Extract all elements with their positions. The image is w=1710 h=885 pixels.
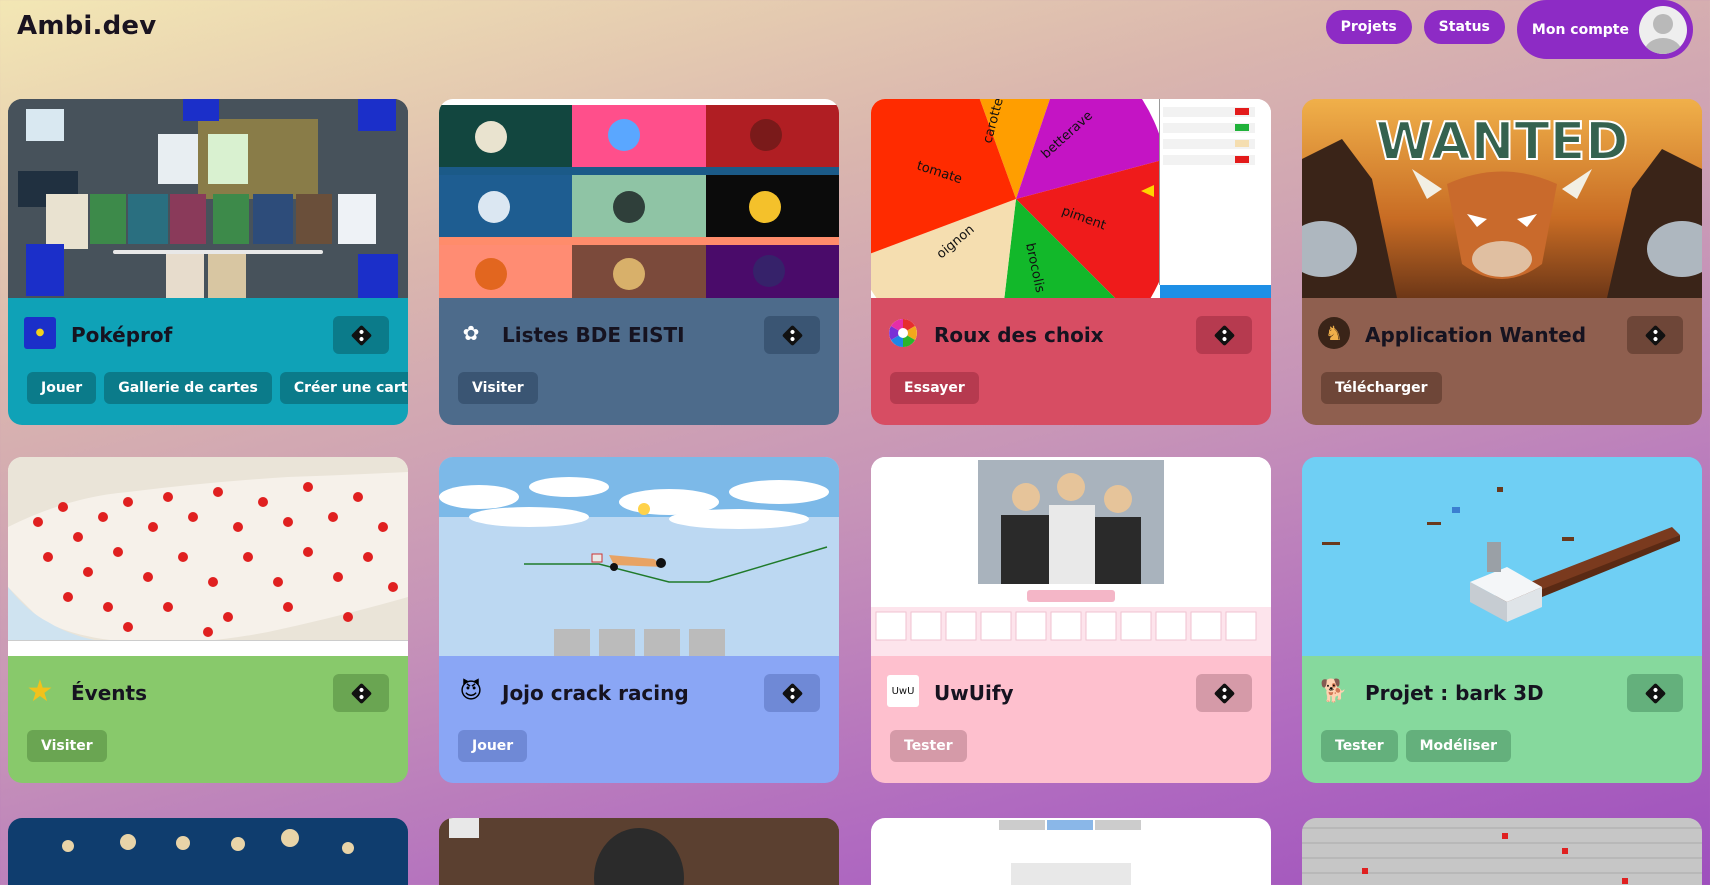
card-actions: Visiter <box>458 372 538 404</box>
git-icon <box>1213 682 1235 704</box>
card-footer: Roux des choix Essayer <box>871 298 1271 425</box>
project-card-uwuify: UwU UwUify Tester <box>871 457 1271 783</box>
account-button[interactable]: Mon compte <box>1516 0 1693 59</box>
project-card-bde: ✿ Listes BDE EISTI Visiter <box>439 99 839 425</box>
project-screenshot[interactable] <box>871 457 1271 656</box>
account-label: Mon compte <box>1531 21 1629 38</box>
avatar <box>1639 5 1687 54</box>
project-screenshot[interactable] <box>1302 457 1702 656</box>
bark3d-scene-art <box>1302 457 1702 656</box>
git-icon <box>1644 324 1666 346</box>
play-button[interactable]: Jouer <box>27 372 97 404</box>
partial-screenshot-art <box>439 818 839 885</box>
git-repo-button[interactable] <box>333 674 389 712</box>
card-title[interactable]: Roux des choix <box>934 323 1104 347</box>
card-title[interactable]: Poképrof <box>71 323 172 347</box>
project-card-events: ★ Évents Visiter <box>8 457 408 783</box>
card-gallery-button[interactable]: Gallerie de cartes <box>104 372 272 404</box>
git-icon <box>350 324 372 346</box>
jojo-avatar-icon: 😈 <box>459 678 483 704</box>
project-card-partial[interactable] <box>871 818 1271 885</box>
wanted-title-text: WANTED <box>1376 112 1629 172</box>
project-screenshot[interactable] <box>439 457 839 656</box>
site-brand[interactable]: Ambi.dev <box>17 11 156 41</box>
status-button[interactable]: Status <box>1423 10 1505 44</box>
events-map-art <box>8 457 408 656</box>
project-screenshot[interactable]: carotte betterave tomate piment oignon b… <box>871 99 1271 298</box>
card-title[interactable]: Jojo crack racing <box>502 681 689 705</box>
create-card-button[interactable]: Créer une carte <box>279 372 408 404</box>
test-button[interactable]: Tester <box>1321 730 1398 762</box>
git-repo-button[interactable] <box>333 316 389 354</box>
dog-icon: 🐕 <box>1320 678 1348 704</box>
card-title[interactable]: Évents <box>71 681 147 705</box>
git-repo-button[interactable] <box>764 316 820 354</box>
bison-logo-icon: ♞ <box>1318 317 1350 349</box>
model-button[interactable]: Modéliser <box>1405 730 1512 762</box>
card-footer: 😈 Jojo crack racing Jouer <box>439 656 839 783</box>
star-icon: ★ <box>26 673 54 709</box>
card-actions: Télécharger <box>1321 372 1442 404</box>
card-footer: UwU UwUify Tester <box>871 656 1271 783</box>
card-title[interactable]: Listes BDE EISTI <box>502 323 685 347</box>
card-actions: Jouer <box>458 730 528 762</box>
partial-screenshot-art <box>1302 827 1702 884</box>
card-actions: Tester <box>890 730 967 762</box>
pokeprof-logo-icon: ● <box>24 317 56 349</box>
jojo-game-art <box>439 457 839 656</box>
card-title[interactable]: Projet : bark 3D <box>1365 681 1544 705</box>
project-card-jojo: 😈 Jojo crack racing Jouer <box>439 457 839 783</box>
visit-button[interactable]: Visiter <box>27 730 107 762</box>
test-button[interactable]: Tester <box>890 730 967 762</box>
project-card-partial[interactable] <box>8 818 408 885</box>
uwu-logo-icon: UwU <box>887 675 919 707</box>
project-screenshot[interactable] <box>8 99 408 298</box>
wheel-screenshot-art: carotte betterave tomate piment oignon b… <box>871 99 1271 298</box>
git-icon <box>350 682 372 704</box>
projects-button[interactable]: Projets <box>1325 10 1412 44</box>
project-card-partial[interactable] <box>439 818 839 885</box>
card-title[interactable]: UwUify <box>934 681 1014 705</box>
card-footer: ♞ Application Wanted Télécharger <box>1302 298 1702 425</box>
card-actions: Tester Modéliser <box>1321 730 1512 762</box>
git-repo-button[interactable] <box>1196 316 1252 354</box>
git-icon <box>1213 324 1235 346</box>
bde-screenshot-art <box>439 105 839 298</box>
wanted-screenshot-art: WANTED <box>1302 99 1702 298</box>
visit-button[interactable]: Visiter <box>458 372 538 404</box>
project-screenshot[interactable]: WANTED <box>1302 99 1702 298</box>
project-card-roux: carotte betterave tomate piment oignon b… <box>871 99 1271 425</box>
top-nav: Projets Status Mon compte <box>1325 0 1693 59</box>
git-icon <box>1644 682 1666 704</box>
partial-screenshot-art <box>999 820 1141 885</box>
card-actions: Visiter <box>27 730 107 762</box>
card-title[interactable]: Application Wanted <box>1365 323 1586 347</box>
git-repo-button[interactable] <box>1196 674 1252 712</box>
card-footer: ★ Évents Visiter <box>8 656 408 783</box>
project-card-wanted: WANTED ♞ Application Wanted Télécharger <box>1302 99 1702 425</box>
card-actions: Jouer Gallerie de cartes Créer une carte <box>27 372 408 404</box>
git-repo-button[interactable] <box>1627 316 1683 354</box>
card-actions: Essayer <box>890 372 979 404</box>
card-footer: 🐕 Projet : bark 3D Tester Modéliser <box>1302 656 1702 783</box>
project-screenshot[interactable] <box>8 457 408 656</box>
play-button[interactable]: Jouer <box>458 730 528 762</box>
git-icon <box>781 682 803 704</box>
partial-screenshot-art <box>62 829 354 854</box>
git-icon <box>781 324 803 346</box>
project-card-bark3d: 🐕 Projet : bark 3D Tester Modéliser <box>1302 457 1702 783</box>
git-repo-button[interactable] <box>1627 674 1683 712</box>
color-wheel-icon <box>887 317 919 349</box>
pokeprof-screenshot-art <box>8 99 408 298</box>
uwuify-screenshot-art <box>871 457 1271 656</box>
git-repo-button[interactable] <box>764 674 820 712</box>
project-screenshot[interactable] <box>439 99 839 298</box>
project-card-partial[interactable] <box>1302 818 1702 885</box>
project-card-pokeprof: ● Poképrof Jouer Gallerie de cartes Crée… <box>8 99 408 425</box>
card-footer: ✿ Listes BDE EISTI Visiter <box>439 298 839 425</box>
bde-logo-icon: ✿ <box>462 321 480 345</box>
download-button[interactable]: Télécharger <box>1321 372 1442 404</box>
try-button[interactable]: Essayer <box>890 372 979 404</box>
card-footer: ● Poképrof Jouer Gallerie de cartes Crée… <box>8 298 408 425</box>
